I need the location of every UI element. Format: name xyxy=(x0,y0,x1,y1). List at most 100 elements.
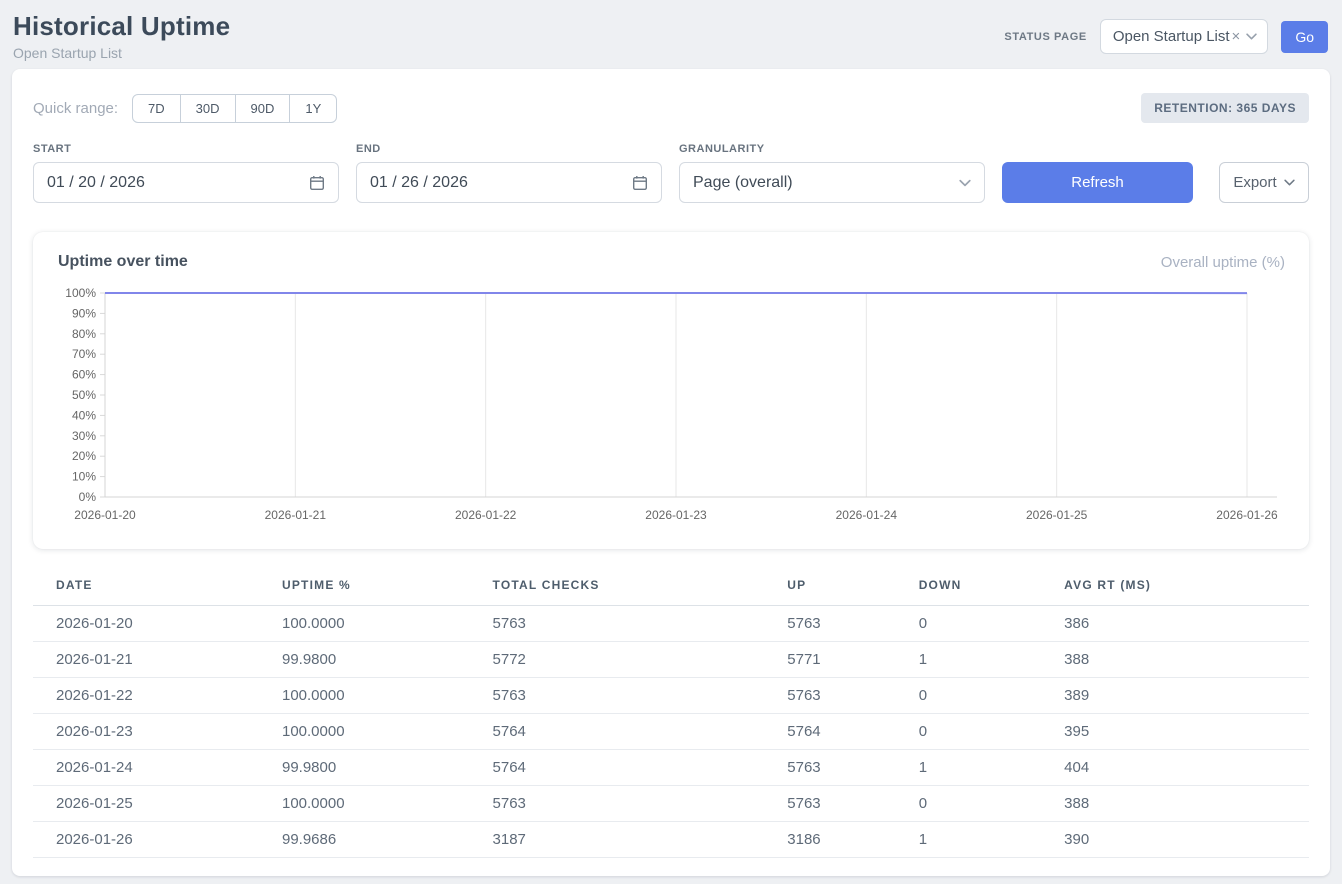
table-cell: 5763 xyxy=(489,786,784,822)
table-cell: 100.0000 xyxy=(278,786,489,822)
table-cell: 1 xyxy=(915,642,1060,678)
page-subtitle: Open Startup List xyxy=(13,45,230,61)
export-button[interactable]: Export xyxy=(1219,162,1309,203)
table-cell: 5764 xyxy=(489,714,784,750)
status-page-label: STATUS PAGE xyxy=(1004,31,1086,43)
svg-text:80%: 80% xyxy=(72,327,96,341)
uptime-chart: 0%10%20%30%40%50%60%70%80%90%100%2026-01… xyxy=(57,285,1285,537)
table-cell: 5763 xyxy=(783,786,914,822)
chevron-down-icon xyxy=(1284,179,1295,186)
table-cell: 100.0000 xyxy=(278,714,489,750)
column-header: DATE xyxy=(33,574,278,606)
granularity-select[interactable]: Page (overall) xyxy=(679,162,985,203)
table-row: 2026-01-20100.0000576357630386 xyxy=(33,606,1309,642)
table-cell: 0 xyxy=(915,606,1060,642)
end-label: END xyxy=(356,143,662,155)
table-cell: 388 xyxy=(1060,642,1309,678)
table-cell: 5772 xyxy=(489,642,784,678)
column-header: DOWN xyxy=(915,574,1060,606)
status-page-value: Open Startup List xyxy=(1113,28,1230,45)
table-cell: 2026-01-21 xyxy=(33,642,278,678)
table-cell: 0 xyxy=(915,786,1060,822)
svg-text:90%: 90% xyxy=(72,306,96,320)
refresh-button[interactable]: Refresh xyxy=(1002,162,1193,203)
status-page-select[interactable]: Open Startup List × xyxy=(1100,19,1269,54)
table-cell: 5763 xyxy=(783,750,914,786)
table-cell: 99.9800 xyxy=(278,642,489,678)
table-header-row: DATEUPTIME %TOTAL CHECKSUPDOWNAVG RT (MS… xyxy=(33,574,1309,606)
page-header: Historical Uptime Open Startup List STAT… xyxy=(0,0,1342,69)
svg-text:0%: 0% xyxy=(79,490,97,504)
quick-range-label: Quick range: xyxy=(33,100,118,117)
table-row: 2026-01-23100.0000576457640395 xyxy=(33,714,1309,750)
table-cell: 100.0000 xyxy=(278,678,489,714)
table-cell: 99.9686 xyxy=(278,822,489,858)
svg-text:20%: 20% xyxy=(72,449,96,463)
table-cell: 100.0000 xyxy=(278,606,489,642)
table-row: 2026-01-2499.9800576457631404 xyxy=(33,750,1309,786)
table-row: 2026-01-2699.9686318731861390 xyxy=(33,822,1309,858)
table-cell: 0 xyxy=(915,678,1060,714)
column-header: TOTAL CHECKS xyxy=(489,574,784,606)
table-cell: 395 xyxy=(1060,714,1309,750)
svg-text:2026-01-26: 2026-01-26 xyxy=(1216,508,1278,522)
table-cell: 5771 xyxy=(783,642,914,678)
chart-card: Uptime over time Overall uptime (%) 0% 10… xyxy=(33,232,1309,549)
table-cell: 5763 xyxy=(783,678,914,714)
table-cell: 1 xyxy=(915,750,1060,786)
svg-text:60%: 60% xyxy=(72,368,96,382)
svg-text:70%: 70% xyxy=(72,347,96,361)
uptime-table: DATEUPTIME %TOTAL CHECKSUPDOWNAVG RT (MS… xyxy=(33,574,1309,858)
table-cell: 2026-01-24 xyxy=(33,750,278,786)
quick-range-group: 7D 30D 90D 1Y xyxy=(132,94,337,123)
chevron-down-icon xyxy=(959,179,971,187)
start-label: START xyxy=(33,143,339,155)
quick-range-90d[interactable]: 90D xyxy=(235,94,291,123)
table-cell: 388 xyxy=(1060,786,1309,822)
table-cell: 390 xyxy=(1060,822,1309,858)
table-cell: 2026-01-25 xyxy=(33,786,278,822)
svg-text:30%: 30% xyxy=(72,429,96,443)
go-button[interactable]: Go xyxy=(1281,21,1328,53)
svg-text:2026-01-23: 2026-01-23 xyxy=(645,508,707,522)
table-cell: 5763 xyxy=(783,606,914,642)
page-title: Historical Uptime xyxy=(13,11,230,42)
table-cell: 0 xyxy=(915,714,1060,750)
svg-text:2026-01-20: 2026-01-20 xyxy=(74,508,136,522)
start-date-input[interactable]: 01 / 20 / 2026 xyxy=(33,162,339,203)
chart-legend: Overall uptime (%) xyxy=(1161,254,1285,271)
retention-badge: RETENTION: 365 DAYS xyxy=(1141,93,1309,123)
table-cell: 386 xyxy=(1060,606,1309,642)
table-cell: 5764 xyxy=(489,750,784,786)
granularity-label: GRANULARITY xyxy=(679,143,985,155)
table-row: 2026-01-2199.9800577257711388 xyxy=(33,642,1309,678)
calendar-icon[interactable] xyxy=(632,175,648,191)
svg-text:40%: 40% xyxy=(72,408,96,422)
clear-icon[interactable]: × xyxy=(1232,29,1241,44)
main-card: Quick range: 7D 30D 90D 1Y RETENTION: 36… xyxy=(12,69,1330,876)
column-header: UP xyxy=(783,574,914,606)
table-cell: 2026-01-20 xyxy=(33,606,278,642)
table-row: 2026-01-22100.0000576357630389 xyxy=(33,678,1309,714)
table-cell: 99.9800 xyxy=(278,750,489,786)
table-cell: 3187 xyxy=(489,822,784,858)
table-cell: 2026-01-23 xyxy=(33,714,278,750)
chart-title: Uptime over time xyxy=(58,253,188,271)
end-date-input[interactable]: 01 / 26 / 2026 xyxy=(356,162,662,203)
chevron-down-icon xyxy=(1246,33,1257,40)
svg-text:2026-01-22: 2026-01-22 xyxy=(455,508,517,522)
table-cell: 2026-01-22 xyxy=(33,678,278,714)
table-cell: 5764 xyxy=(783,714,914,750)
table-cell: 5763 xyxy=(489,606,784,642)
table-cell: 3186 xyxy=(783,822,914,858)
table-cell: 2026-01-26 xyxy=(33,822,278,858)
svg-text:2026-01-21: 2026-01-21 xyxy=(265,508,327,522)
table-cell: 389 xyxy=(1060,678,1309,714)
quick-range-7d[interactable]: 7D xyxy=(132,94,181,123)
quick-range-30d[interactable]: 30D xyxy=(180,94,236,123)
svg-text:100%: 100% xyxy=(65,286,96,300)
calendar-icon[interactable] xyxy=(309,175,325,191)
table-cell: 1 xyxy=(915,822,1060,858)
table-row: 2026-01-25100.0000576357630388 xyxy=(33,786,1309,822)
quick-range-1y[interactable]: 1Y xyxy=(289,94,337,123)
